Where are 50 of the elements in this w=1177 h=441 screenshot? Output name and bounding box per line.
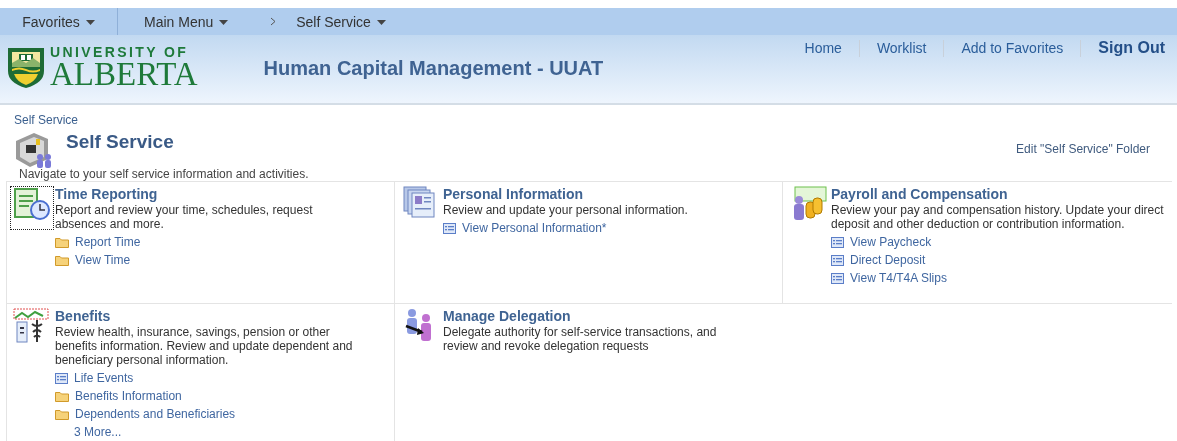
id-documents-icon — [403, 186, 437, 218]
list-page-icon — [831, 272, 844, 284]
caret-icon — [85, 20, 95, 26]
category-title-link[interactable]: Personal Information — [443, 186, 688, 202]
page-link[interactable]: View Paycheck — [831, 233, 1171, 251]
folder-link[interactable]: Benefits Information — [55, 387, 355, 405]
chevron-icon — [270, 17, 277, 26]
folder-icon — [55, 236, 69, 248]
header-link[interactable]: Add to Favorites — [944, 40, 1081, 56]
category-description: Review your pay and compensation history. Update your direct deposit and other deduction or contribution information. — [831, 203, 1165, 231]
list-page-icon — [443, 222, 456, 234]
benefits-chart-icon — [13, 308, 51, 344]
page-description: Navigate to your self service information and activities. — [19, 167, 310, 181]
folder-link[interactable]: Report Time — [55, 233, 355, 251]
page-link[interactable]: View T4/T4A Slips — [831, 269, 1171, 287]
list-page-icon — [831, 254, 844, 266]
more-link[interactable]: 3 More... — [55, 423, 355, 441]
category-title-link[interactable]: Manage Delegation — [443, 308, 743, 324]
logo-text: UNIVERSITY OF — [50, 45, 190, 59]
folder-icon — [55, 390, 69, 402]
edit-folder-link[interactable]: Edit "Self Service" Folder — [1016, 142, 1150, 156]
logo-text: ALBERTA — [50, 59, 198, 89]
page-link[interactable]: Life Events — [55, 369, 355, 387]
caret-icon — [219, 20, 229, 26]
breadcrumb-link[interactable]: Self Service — [14, 113, 79, 127]
folder-link[interactable]: Dependents and Beneficiaries — [55, 405, 355, 423]
category-description: Review and update your personal information. — [443, 203, 688, 217]
caret-icon — [376, 20, 386, 26]
category-description: Report and review your time, schedules, request absences and more. — [55, 203, 314, 231]
header-link[interactable]: Home — [787, 40, 859, 56]
crest-icon — [5, 45, 47, 89]
header-link[interactable]: Worklist — [859, 40, 944, 56]
nav-menu[interactable]: Self Service — [276, 8, 406, 35]
page-title: Self Service — [66, 131, 174, 153]
folder-icon — [55, 254, 69, 266]
list-page-icon — [831, 236, 844, 248]
list-page-icon — [55, 372, 68, 384]
app-title: Human Capital Management - UUAT — [263, 57, 604, 80]
category-title-link[interactable]: Payroll and Compensation — [831, 186, 1171, 202]
folder-icon — [55, 408, 69, 420]
nav-menu[interactable]: Main Menu — [118, 8, 249, 35]
category-description: Delegate authority for self-service transactions, and review and revoke delegation requests — [443, 325, 718, 353]
category-description: Review health, insurance, savings, pension or other benefits information. Review and update dependent and beneficiary personal information. — [55, 325, 354, 367]
timesheet-clock-icon — [13, 187, 51, 221]
page-link[interactable]: View Personal Information* — [443, 219, 688, 237]
folder-link[interactable]: View Time — [55, 251, 355, 269]
sign-out-link[interactable]: Sign Out — [1081, 39, 1165, 57]
page-link[interactable]: Direct Deposit — [831, 251, 1171, 269]
category-title-link[interactable]: Time Reporting — [55, 186, 355, 202]
category-title-link[interactable]: Benefits — [55, 308, 355, 324]
